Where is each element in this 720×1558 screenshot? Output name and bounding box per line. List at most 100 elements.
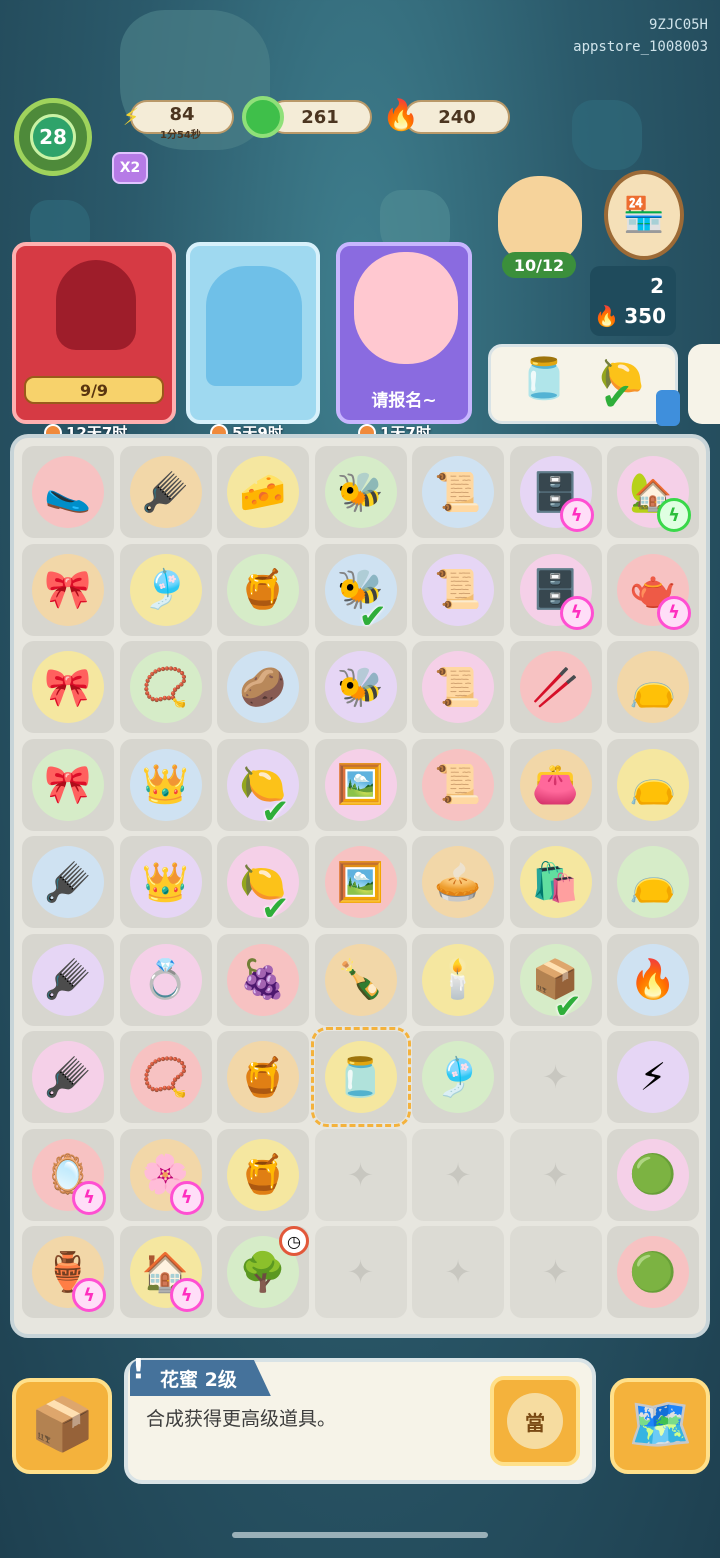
board-cell[interactable]: 🎀 <box>22 641 114 733</box>
board-cell[interactable]: 🎐 <box>119 543 212 636</box>
board-cell[interactable]: 🪮 <box>22 933 114 1026</box>
board-cell-empty[interactable]: ✦ <box>509 1031 602 1123</box>
board-cell[interactable]: 🟢 <box>607 1128 699 1221</box>
board-cell[interactable]: 👝 <box>607 641 699 733</box>
board-cell[interactable]: 🍇 <box>217 933 309 1026</box>
board-cell[interactable]: 📦 ✔ <box>509 933 602 1026</box>
merge-item-icon: 👑 <box>129 748 202 821</box>
board-cell[interactable]: 📜 <box>412 641 504 733</box>
card-book-icon[interactable] <box>656 390 680 426</box>
event-card-bride[interactable]: 9/9 <box>12 242 176 424</box>
board-cell[interactable]: 🛍️ <box>509 836 602 928</box>
multiplier-button[interactable]: X2 <box>112 152 148 184</box>
board-cell[interactable]: 🍾 <box>314 933 407 1026</box>
board-cell-empty[interactable]: ✦ <box>412 1226 504 1318</box>
board-cell[interactable]: 🎀 <box>22 543 114 636</box>
merge-item-icon: 🐝 <box>324 456 397 528</box>
inventory-box-button[interactable]: 📦 <box>12 1378 112 1474</box>
board-cell[interactable]: 🍋 ✔ <box>217 738 309 831</box>
board-cell[interactable]: 🟢 <box>607 1226 699 1318</box>
board-cell[interactable]: 🌳 ◷ <box>217 1226 309 1318</box>
merge-item-icon: 👑 <box>129 846 202 918</box>
board-cell[interactable]: 📜 <box>412 543 504 636</box>
board-cell[interactable]: 👝 <box>607 836 699 928</box>
merge-item-icon: 🟢 <box>617 1138 689 1211</box>
board-cell[interactable]: 📿 <box>119 1031 212 1123</box>
merge-item-icon: 🍇 <box>227 943 299 1016</box>
board-cell[interactable]: 🗄️ ϟ <box>509 543 602 636</box>
board-cell[interactable]: 🪮 <box>119 446 212 538</box>
lightning-icon: ⚡ <box>122 103 140 131</box>
merge-item-icon: 👝 <box>617 846 689 918</box>
check-icon: ✔ <box>261 889 290 929</box>
board-cell[interactable]: 🕯️ <box>412 933 504 1026</box>
board-cell[interactable]: 🖼️ <box>314 738 407 831</box>
board-cell[interactable]: 🗄️ ϟ <box>509 446 602 538</box>
channel-id: appstore_1008003 <box>573 39 708 55</box>
board-cell[interactable]: 🥢 <box>509 641 602 733</box>
board-cell[interactable]: 👝 <box>607 738 699 831</box>
order-card-next[interactable] <box>688 344 720 424</box>
board-cell[interactable]: 🏺 ϟ <box>22 1226 114 1318</box>
merge-item-icon: 🔥 <box>617 943 689 1016</box>
board-cell[interactable]: 🪞 ϟ <box>22 1128 114 1221</box>
rock-decoration <box>572 100 642 170</box>
merge-item-icon: 🍯 <box>227 553 299 626</box>
sparkle-icon: ✦ <box>347 1155 374 1194</box>
event-card-signup[interactable]: 请报名~ <box>336 242 472 424</box>
map-icon: 🗺️ <box>628 1395 693 1455</box>
board-cell[interactable]: 🎀 <box>22 738 114 831</box>
merge-item-icon: 🎐 <box>422 1041 494 1113</box>
board-cell[interactable]: 👑 <box>119 738 212 831</box>
board-cell[interactable]: 🪮 <box>22 836 114 928</box>
board-cell[interactable]: 🥿 <box>22 446 114 538</box>
board-cell[interactable]: 🐝 ✔ <box>314 543 407 636</box>
merge-item-icon: 👛 <box>519 748 592 821</box>
board-cell[interactable]: 🍯 <box>217 543 309 636</box>
player-level: 28 <box>30 114 76 160</box>
board-cell-empty[interactable]: ✦ <box>509 1128 602 1221</box>
board-cell[interactable]: 🍋 ✔ <box>217 836 309 928</box>
board-cell[interactable]: 📜 <box>412 446 504 538</box>
board-cell-empty[interactable]: ✦ <box>412 1128 504 1221</box>
shop-icon[interactable]: 🏪 <box>604 170 684 260</box>
board-cell[interactable]: 📜 <box>412 738 504 831</box>
board-cell[interactable]: 🫙 <box>310 1027 411 1127</box>
board-cell-empty[interactable]: ✦ <box>314 1128 407 1221</box>
bolt-generator-icon: ϟ <box>72 1180 106 1215</box>
board-cell[interactable]: ⚡ <box>607 1031 699 1123</box>
board-cell[interactable]: 🏡 ϟ <box>607 446 699 538</box>
board-cell[interactable]: 📿 <box>119 641 212 733</box>
map-button[interactable]: 🗺️ <box>610 1378 710 1474</box>
board-cell[interactable]: 🍯 <box>217 1031 309 1123</box>
check-icon: ✔ <box>601 375 633 419</box>
board-cell[interactable]: 🍯 <box>217 1128 309 1221</box>
sell-button[interactable]: 當 <box>490 1376 580 1466</box>
board-cell[interactable]: 🥧 <box>412 836 504 928</box>
player-level-badge[interactable]: 28 <box>14 98 92 176</box>
board-cell[interactable]: 👑 <box>119 836 212 928</box>
board-cell[interactable]: 🐝 <box>314 446 407 538</box>
event-card-statue[interactable] <box>186 242 320 424</box>
board-cell-empty[interactable]: ✦ <box>314 1226 407 1318</box>
item-title: 花蜜 2级 <box>130 1360 271 1396</box>
board-cell[interactable]: 👛 <box>509 738 602 831</box>
selection-frame <box>310 1027 411 1127</box>
board-cell[interactable]: 💍 <box>119 933 212 1026</box>
board-cell[interactable]: 🪮 <box>22 1031 114 1123</box>
box-icon: 📦 <box>30 1395 95 1455</box>
board-cell[interactable]: 🖼️ <box>314 836 407 928</box>
board-cell[interactable]: 🫖 ϟ <box>607 543 699 636</box>
board-cell[interactable]: 🐝 <box>314 641 407 733</box>
board-cell[interactable]: 🔥 <box>607 933 699 1026</box>
stat-a: 2 <box>650 274 664 298</box>
order-card[interactable]: 🫙 🍋 ✔ <box>488 344 678 424</box>
board-cell[interactable]: 🏠 ϟ <box>119 1226 212 1318</box>
board-cell[interactable]: 🌸 ϟ <box>119 1128 212 1221</box>
board-cell[interactable]: 🎐 <box>412 1031 504 1123</box>
gems-value: 240 <box>438 106 476 128</box>
board-cell[interactable]: 🧀 <box>217 446 309 538</box>
board-cell-empty[interactable]: ✦ <box>509 1226 602 1318</box>
board-cell[interactable]: 🥔 <box>217 641 309 733</box>
sparkle-icon: ✦ <box>444 1253 472 1291</box>
